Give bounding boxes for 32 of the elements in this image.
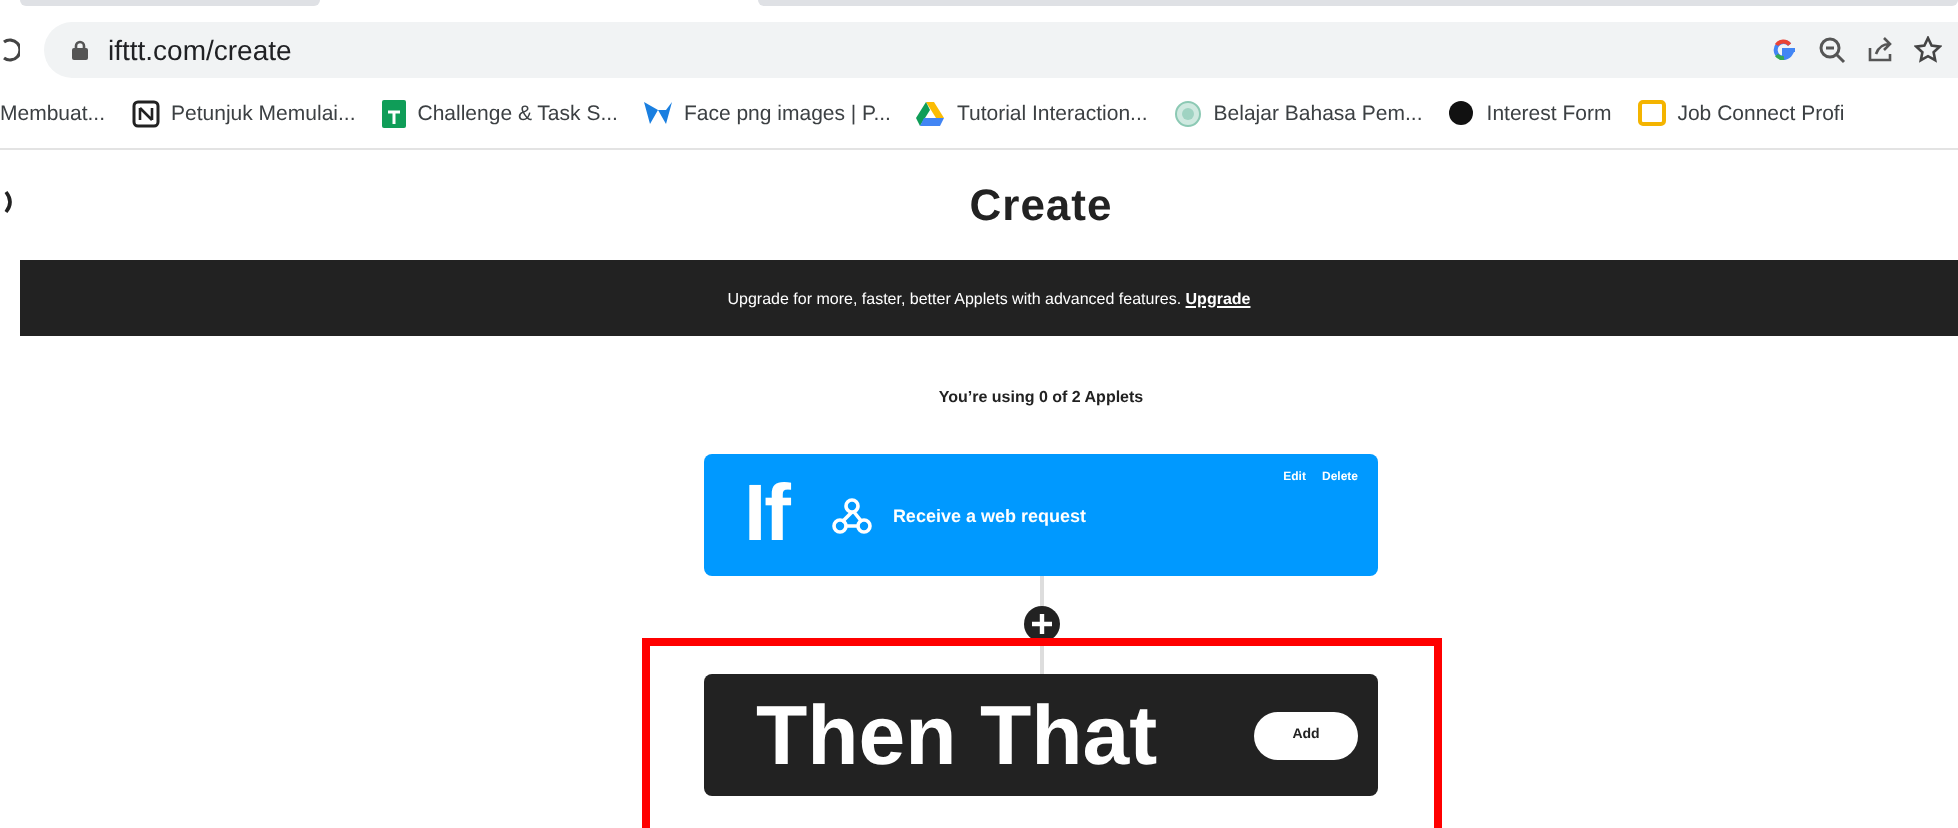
bookmark-link[interactable]: Tutorial Interaction... (956, 101, 1148, 125)
add-step-icon[interactable] (1023, 606, 1059, 642)
webhook-icon (832, 495, 873, 535)
bookmark-link[interactable]: Interest Form (1486, 101, 1612, 125)
address-bar[interactable]: ifttt.com/create (44, 22, 1958, 78)
lock-icon (72, 40, 88, 60)
triangle-logo-icon (916, 101, 945, 125)
spreadsheet-icon (381, 99, 406, 127)
usage-text: You’re using 0 of 2 Applets (938, 388, 1144, 406)
bookmark-link[interactable]: Challenge & Task S... (417, 101, 618, 125)
bookmark-link[interactable]: Petunjuk Memulai... (171, 101, 356, 125)
page-title: Create (967, 179, 1113, 231)
reload-icon[interactable] (0, 38, 20, 62)
globe-icon (1173, 99, 1202, 127)
zoom-out-icon[interactable] (1818, 36, 1846, 64)
then-keyword: Then That (756, 687, 1158, 783)
star-icon[interactable] (1914, 36, 1942, 64)
bookmark-link[interactable]: Face png images | P... (683, 101, 891, 125)
url-text: ifttt.com/create (108, 34, 294, 66)
google-icon[interactable] (1770, 36, 1798, 64)
if-keyword: If (744, 470, 789, 560)
share-icon[interactable] (1866, 36, 1894, 64)
w-logo-icon (643, 100, 672, 126)
bookmark-link[interactable]: Membuat... (0, 101, 106, 125)
dot-icon (1448, 100, 1475, 126)
slides-icon (1637, 100, 1666, 126)
notebook-icon (131, 99, 160, 127)
upgrade-link[interactable]: Upgrade (1185, 289, 1251, 307)
banner-text: Upgrade for more, faster, better Applets with advanced features. Upgrade (727, 289, 1251, 307)
bookmark-link[interactable]: Job Connect Profi (1677, 101, 1845, 125)
trigger-text: Receive a web request (892, 505, 1086, 525)
bookmark-link[interactable]: Belajar Bahasa Pem... (1213, 101, 1423, 125)
